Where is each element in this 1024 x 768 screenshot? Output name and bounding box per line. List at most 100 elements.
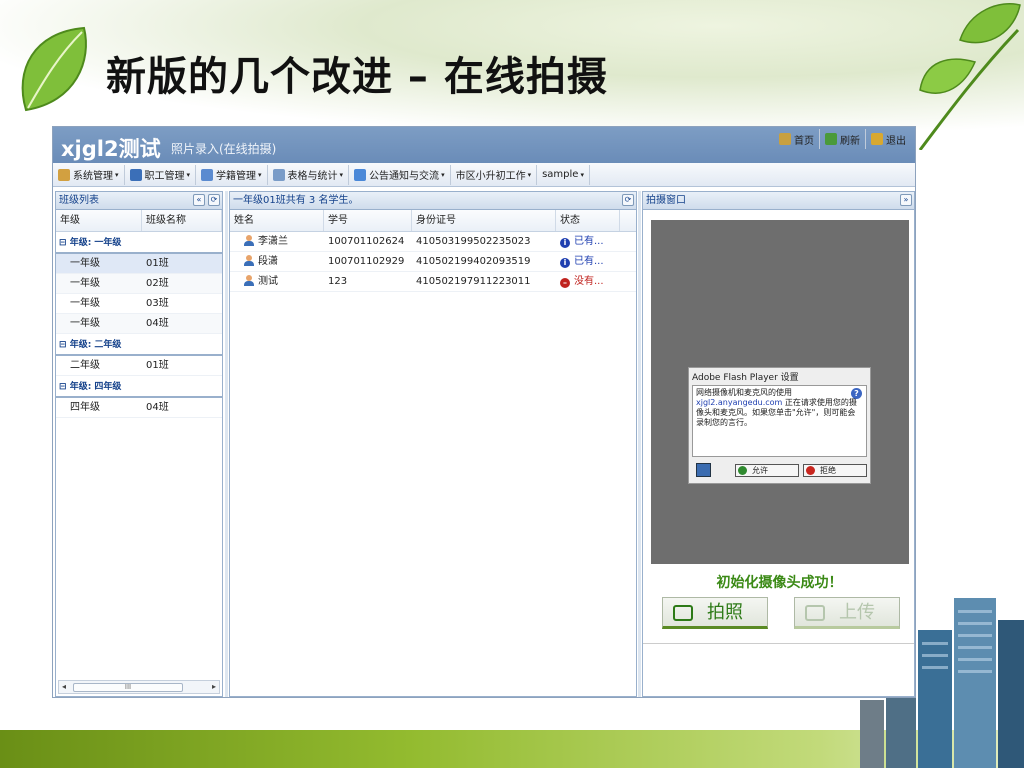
student-name-cell-text: 测试 <box>258 276 278 287</box>
column-header-student-id[interactable]: 学号 <box>324 210 412 231</box>
group-header[interactable]: ⊟ 年级: 二年级 <box>56 334 222 356</box>
app-subtitle: 照片录入(在线拍摄) <box>171 142 277 156</box>
class-row[interactable]: 一年级 03班 <box>56 294 222 314</box>
menu-item-label: sample <box>542 169 579 180</box>
menu-item-0[interactable]: 系统管理 ▾ <box>53 164 125 185</box>
student-id-cell-text: 123 <box>328 276 348 287</box>
group-label: 年级: 一年级 <box>69 238 122 248</box>
take-photo-button[interactable]: 拍照 <box>662 597 768 629</box>
id-card-cell: 410502197911223011 <box>412 272 556 291</box>
collapse-group-icon[interactable]: ⊟ <box>59 238 70 248</box>
dropdown-caret-icon: ▾ <box>441 170 445 179</box>
edit-icon <box>201 168 214 181</box>
id-card-cell-text: 410503199502235023 <box>416 236 531 247</box>
menu-item-2[interactable]: 学籍管理 ▾ <box>196 164 268 185</box>
group-header[interactable]: ⊟ 年级: 一年级 <box>56 232 222 254</box>
leaf-icon <box>21 26 87 112</box>
menu-item-label: 公告通知与交流 <box>369 171 440 182</box>
menu-item-3[interactable]: 表格与统计 ▾ <box>268 164 350 185</box>
camera-panel-footer <box>643 643 914 696</box>
class-name-cell: 04班 <box>146 402 169 413</box>
student-list-header: 一年级01班共有 3 名学生。 ⟳ <box>230 192 636 210</box>
class-row[interactable]: 一年级 01班 <box>56 254 222 274</box>
column-header-id-card[interactable]: 身份证号 <box>412 210 556 231</box>
flash-deny-button[interactable]: 拒绝 <box>803 464 867 477</box>
splitter-left[interactable] <box>225 191 228 697</box>
class-row[interactable]: 二年级 01班 <box>56 356 222 376</box>
menu-item-4[interactable]: 公告通知与交流 ▾ <box>349 164 451 185</box>
menu-right-item-0[interactable]: 首页 <box>774 129 820 149</box>
status-cell-text: 没有... <box>574 276 604 287</box>
menu-right-label: 退出 <box>886 135 906 147</box>
expand-icon[interactable]: » <box>900 194 912 206</box>
menu-item-label: 表格与统计 <box>287 171 338 182</box>
status-cell-text: 已有... <box>574 256 604 267</box>
dropdown-caret-icon: ▾ <box>339 170 344 179</box>
class-row[interactable]: 一年级 04班 <box>56 314 222 334</box>
column-header-class[interactable]: 班级名称 <box>142 210 222 231</box>
flash-dialog-buttons: 允许 拒绝 <box>693 463 868 479</box>
class-grid-body: ⊟ 年级: 一年级 一年级 01班 一年级 02班 一年级 03班 一年级 04班 ⊟ 年级: 二… <box>56 232 222 418</box>
grade-cell: 四年级 <box>70 402 100 413</box>
class-name-cell: 02班 <box>146 278 169 289</box>
horizontal-scrollbar[interactable]: ◂ III ▸ <box>58 680 220 694</box>
no-entry-icon: – <box>560 278 570 288</box>
camera-panel-title: 拍摄窗口 <box>646 195 686 206</box>
dropdown-caret-icon: ▾ <box>580 170 584 179</box>
class-name-cell: 01班 <box>146 360 169 371</box>
scroll-left-icon[interactable]: ◂ <box>62 681 66 693</box>
camera-panel-header: 拍摄窗口 » <box>643 192 914 210</box>
menu-item-label: 学籍管理 <box>216 171 257 182</box>
flash-allow-button[interactable]: 允许 <box>735 464 799 477</box>
menu-item-6[interactable]: sample ▾ <box>537 164 590 185</box>
status-cell-text: 已有... <box>574 236 604 247</box>
status-cell: i 已有... <box>556 232 620 251</box>
menu-right-item-2[interactable]: 退出 <box>866 129 911 149</box>
student-row[interactable]: 李潇兰 100701102624 410503199502235023 i 已有... <box>230 232 636 252</box>
class-name-cell: 03班 <box>146 298 169 309</box>
column-header-status[interactable]: 状态 <box>556 210 620 231</box>
menu-bar: 系统管理 ▾ 职工管理 ▾ 学籍管理 ▾ 表格与统计 ▾ 公告通知与交流 ▾ 市区小升初工作 ▾ sam… <box>53 163 915 187</box>
help-icon[interactable]: ? <box>851 388 862 399</box>
webcam-icon[interactable] <box>696 463 711 477</box>
menu-item-label: 市区小升初工作 <box>455 171 526 182</box>
flash-dialog-body: ? 网络摄像机和麦克风的使用 xjgl2.anyangedu.com 正在请求使… <box>692 385 867 457</box>
class-name-cell: 01班 <box>146 258 169 269</box>
flash-settings-dialog: Adobe Flash Player 设置 ? 网络摄像机和麦克风的使用 xjg… <box>688 367 871 484</box>
document-icon <box>354 168 367 181</box>
class-list-panel: 班级列表 « ⟳ 年级 班级名称 ⊟ 年级: 一年级 一年级 01班 一年级 02班 一年… <box>55 191 223 697</box>
refresh-icon[interactable]: ⟳ <box>622 194 634 206</box>
collapse-group-icon[interactable]: ⊟ <box>59 340 70 350</box>
column-header-grade[interactable]: 年级 <box>56 210 142 231</box>
student-row[interactable]: 测试 123 410502197911223011 – 没有... <box>230 272 636 292</box>
collapse-group-icon[interactable]: ⊟ <box>59 382 70 392</box>
flash-dialog-message: xjgl2.anyangedu.com 正在请求使用您的摄像头和麦克风。如果您单… <box>696 398 863 428</box>
grade-cell: 二年级 <box>70 360 100 371</box>
class-row[interactable]: 四年级 04班 <box>56 398 222 418</box>
group-header[interactable]: ⊟ 年级: 四年级 <box>56 376 222 398</box>
menu-right-label: 首页 <box>794 135 814 147</box>
grade-cell: 一年级 <box>70 258 100 269</box>
upload-button[interactable]: 上传 <box>794 597 900 629</box>
person-icon <box>244 255 254 266</box>
splitter-right[interactable] <box>638 191 641 697</box>
student-name-cell-text: 段潇 <box>258 256 278 267</box>
scrollbar-thumb[interactable]: III <box>73 683 183 692</box>
menu-item-label: 职工管理 <box>144 171 185 182</box>
student-name-cell-text: 李潇兰 <box>258 236 288 247</box>
flash-deny-label: 拒绝 <box>820 466 836 475</box>
class-row[interactable]: 一年级 02班 <box>56 274 222 294</box>
app-window: xjgl2测试 照片录入(在线拍摄) 系统管理 ▾ 职工管理 ▾ 学籍管理 ▾ 表格与统计 ▾… <box>52 126 916 698</box>
dropdown-caret-icon: ▾ <box>115 170 119 179</box>
menu-right-item-1[interactable]: 刷新 <box>820 129 866 149</box>
dropdown-caret-icon: ▾ <box>527 170 532 179</box>
menu-item-1[interactable]: 职工管理 ▾ <box>125 164 197 185</box>
scroll-right-icon[interactable]: ▸ <box>212 681 216 693</box>
flash-domain-link: xjgl2.anyangedu.com <box>696 398 783 407</box>
column-header-name[interactable]: 姓名 <box>230 210 324 231</box>
student-list-panel: 一年级01班共有 3 名学生。 ⟳ 姓名 学号 身份证号 状态 李潇兰 10070… <box>229 191 637 697</box>
refresh-icon[interactable]: ⟳ <box>208 194 220 206</box>
collapse-icon[interactable]: « <box>193 194 205 206</box>
menu-item-5[interactable]: 市区小升初工作 ▾ <box>451 164 538 185</box>
student-row[interactable]: 段潇 100701102929 410502199402093519 i 已有... <box>230 252 636 272</box>
